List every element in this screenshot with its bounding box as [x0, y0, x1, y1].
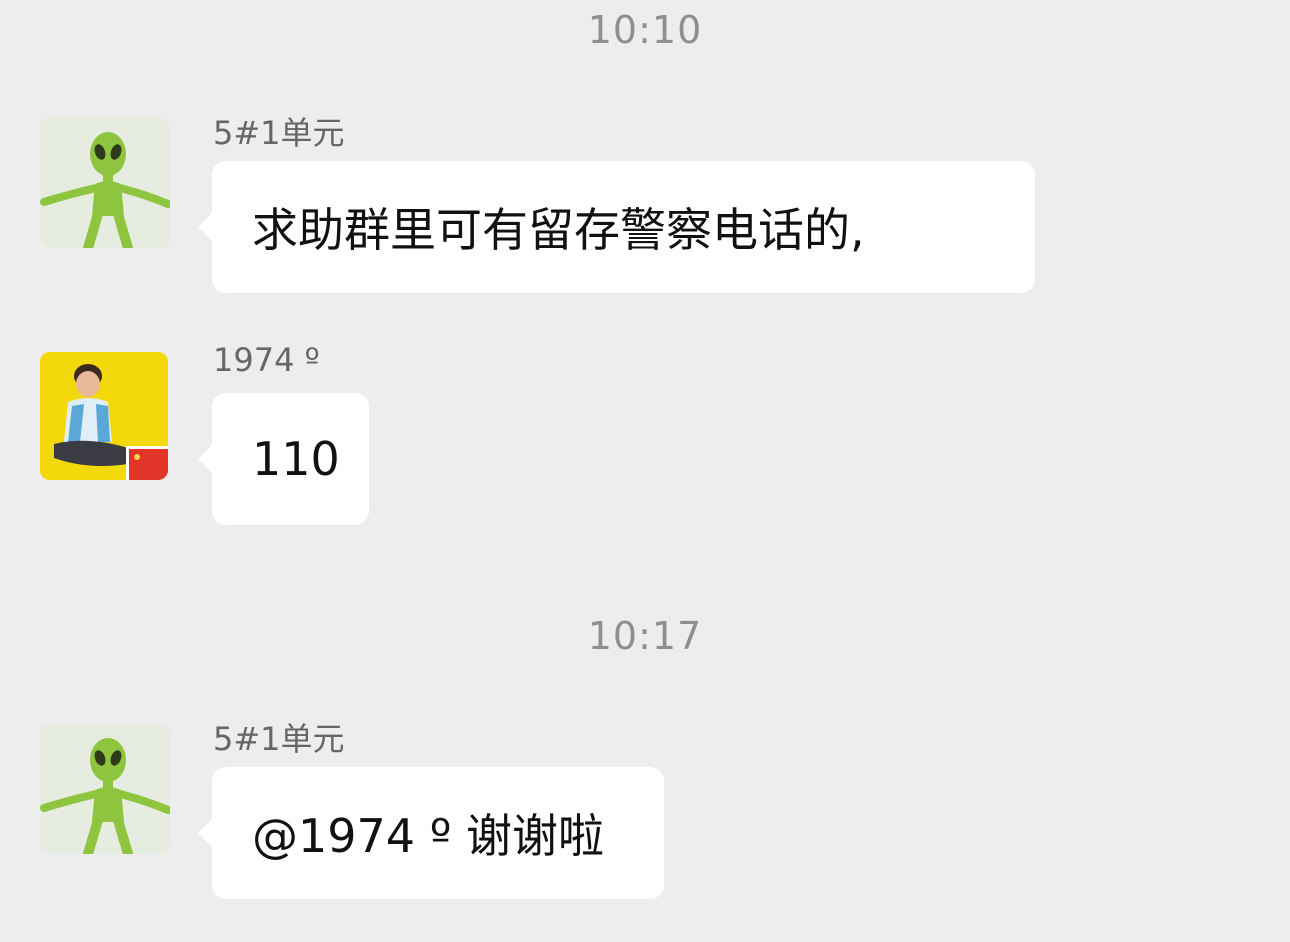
message-bubble[interactable]: 110: [198, 393, 369, 525]
alien-figure-icon: [40, 738, 170, 854]
sender-avatar[interactable]: [40, 352, 168, 480]
sender-avatar[interactable]: [40, 724, 170, 854]
message-bubble[interactable]: 求助群里可有留存警察电话的,: [198, 161, 1035, 293]
sender-name: 5#1单元: [213, 720, 345, 758]
child-photo-icon: [40, 352, 168, 480]
timestamp: 10:10: [587, 8, 703, 52]
message-bubble[interactable]: @1974 º 谢谢啦: [198, 767, 664, 899]
alien-figure-icon: [40, 132, 170, 248]
sender-name: 5#1单元: [213, 114, 345, 152]
sender-avatar[interactable]: [40, 118, 170, 248]
timestamp: 10:17: [587, 614, 703, 658]
sender-name: 1974 º: [213, 341, 320, 379]
